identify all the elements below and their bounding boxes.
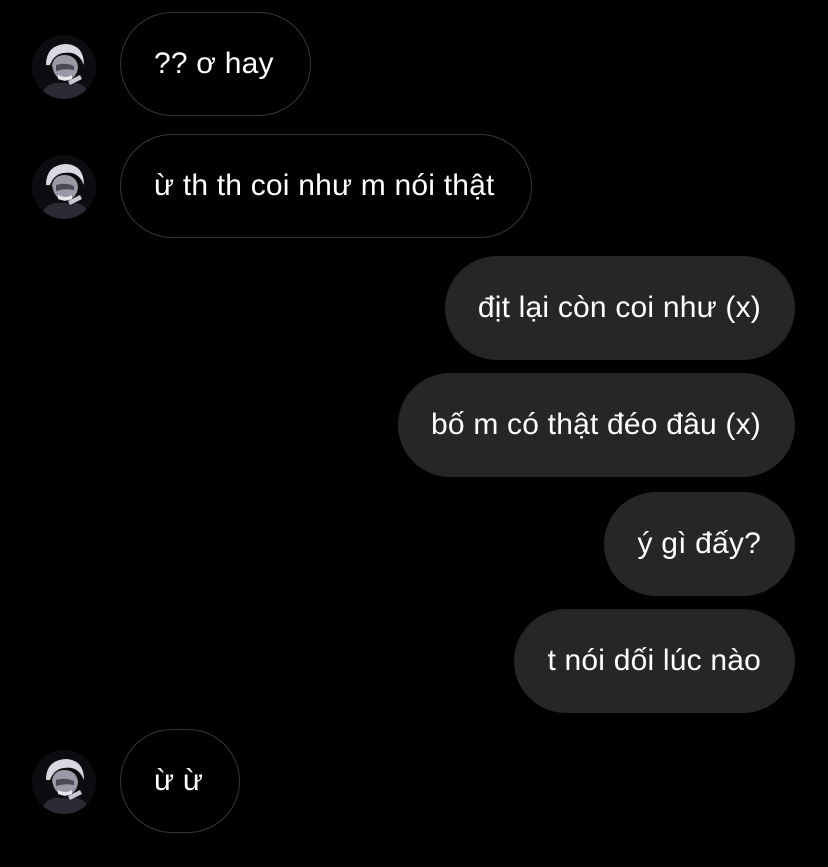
message-text: ý gì đấy?: [637, 527, 761, 560]
message-bubble-outgoing[interactable]: ý gì đấy?: [604, 492, 795, 596]
message-bubble-outgoing[interactable]: địt lại còn coi như (x): [444, 256, 795, 360]
message-text: bố m có thật đéo đâu (x): [431, 408, 761, 441]
chat-thread: ?? ơ hay ừ th th coi như m nói thật địt …: [0, 0, 828, 867]
message-bubble-incoming[interactable]: ừ th th coi như m nói thật: [120, 134, 532, 238]
message-bubble-incoming[interactable]: ừ ừ: [120, 729, 241, 833]
contact-avatar-icon[interactable]: [32, 35, 96, 99]
message-text: ừ ừ: [154, 764, 204, 797]
message-bubble-outgoing[interactable]: bố m có thật đéo đâu (x): [398, 373, 795, 477]
contact-avatar-icon[interactable]: [32, 155, 96, 219]
message-bubble-incoming[interactable]: ?? ơ hay: [120, 12, 311, 116]
contact-avatar-icon[interactable]: [32, 750, 96, 814]
message-text: địt lại còn coi như (x): [477, 291, 761, 324]
message-text: ?? ơ hay: [154, 47, 274, 80]
message-text: t nói dối lúc nào: [547, 644, 761, 677]
message-bubble-outgoing[interactable]: t nói dối lúc nào: [514, 609, 795, 713]
message-text: ừ th th coi như m nói thật: [154, 169, 495, 202]
